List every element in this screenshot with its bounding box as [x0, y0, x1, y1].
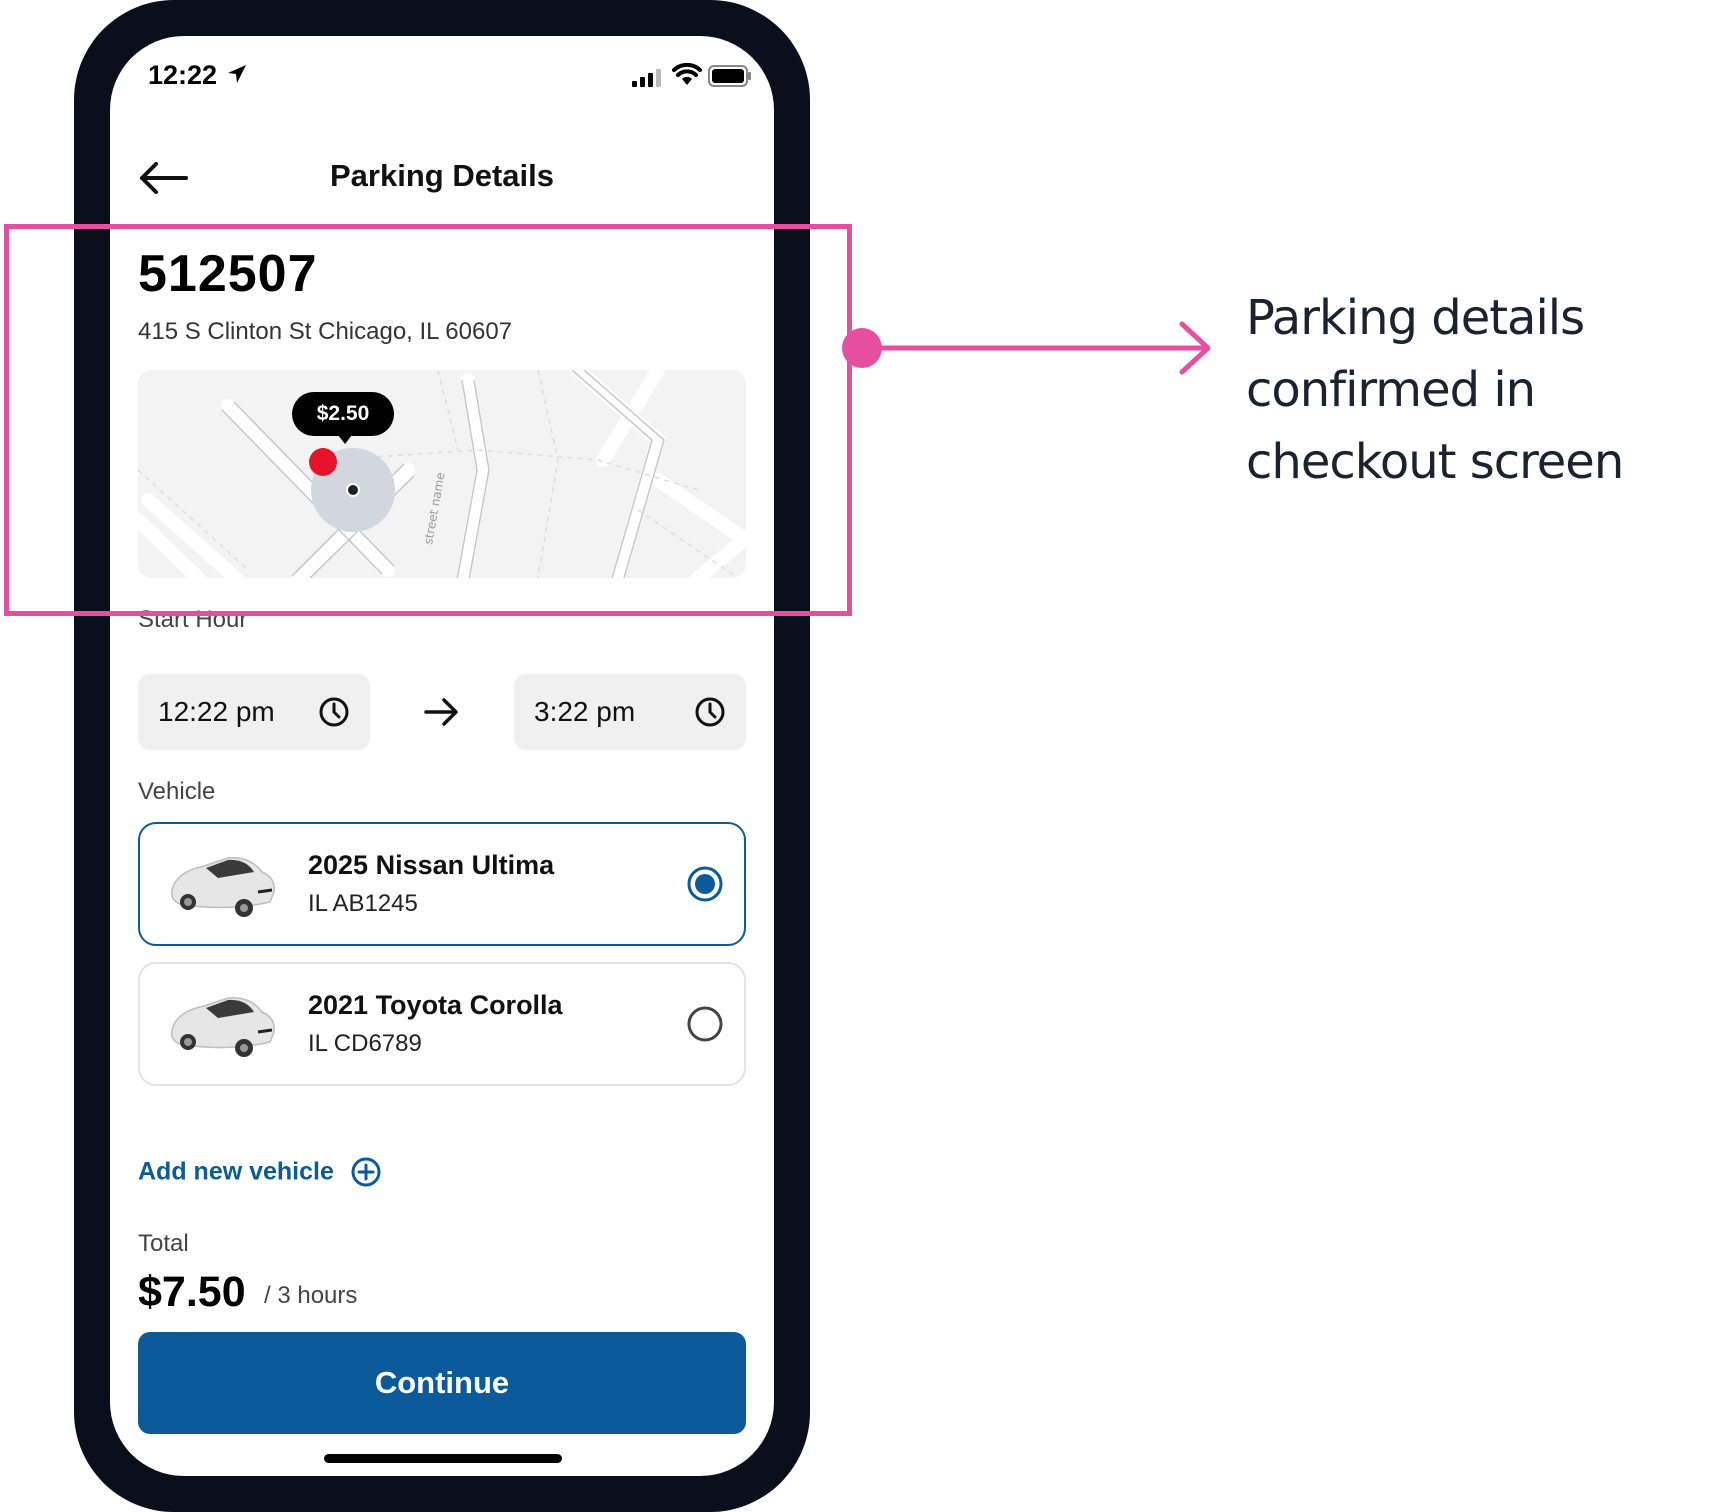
- radio-unselected-icon[interactable]: [686, 1005, 724, 1043]
- highlight-box: [4, 224, 852, 616]
- total-label: Total: [138, 1230, 189, 1257]
- arrow-right-icon: [424, 698, 458, 726]
- vehicle-name: 2025 Nissan Ultima: [308, 850, 555, 880]
- car-image: [170, 997, 275, 1057]
- clock-icon: [319, 697, 349, 727]
- vehicle-plate: IL CD6789: [308, 1030, 422, 1057]
- start-time-field[interactable]: 12:22 pm: [138, 674, 370, 750]
- end-time-value: 3:22 pm: [534, 696, 636, 727]
- location-arrow-icon: [228, 65, 246, 83]
- vehicle-label: Vehicle: [138, 778, 216, 805]
- plus-circle-icon: [351, 1157, 381, 1187]
- add-vehicle-label: Add new vehicle: [138, 1157, 334, 1186]
- add-vehicle-button[interactable]: Add new vehicle: [138, 1156, 382, 1192]
- vehicle-option-toyota[interactable]: 2021 Toyota Corolla IL CD6789: [138, 962, 746, 1086]
- vehicle-plate: IL AB1245: [308, 890, 418, 917]
- clock-icon: [695, 697, 725, 727]
- total-amount: $7.50: [138, 1268, 246, 1316]
- end-time-field[interactable]: 3:22 pm: [514, 674, 746, 750]
- wifi-icon: [672, 63, 702, 85]
- vehicle-option-nissan[interactable]: 2025 Nissan Ultima IL AB1245: [138, 822, 746, 946]
- car-image: [170, 857, 275, 917]
- cellular-signal-icon: [632, 69, 661, 87]
- battery-icon: [708, 65, 751, 87]
- total-duration: / 3 hours: [264, 1282, 358, 1309]
- radio-selected-icon[interactable]: [686, 865, 724, 903]
- status-time: 12:22: [148, 60, 218, 90]
- callout-arrow: [842, 321, 1211, 375]
- page-title: Parking Details: [330, 158, 554, 193]
- start-time-value: 12:22 pm: [158, 696, 275, 727]
- home-indicator: [324, 1454, 562, 1463]
- vehicle-name: 2021 Toyota Corolla: [308, 990, 563, 1020]
- continue-button[interactable]: Continue: [138, 1332, 746, 1434]
- callout-text: Parking details confirmed in checkout sc…: [1246, 290, 1624, 490]
